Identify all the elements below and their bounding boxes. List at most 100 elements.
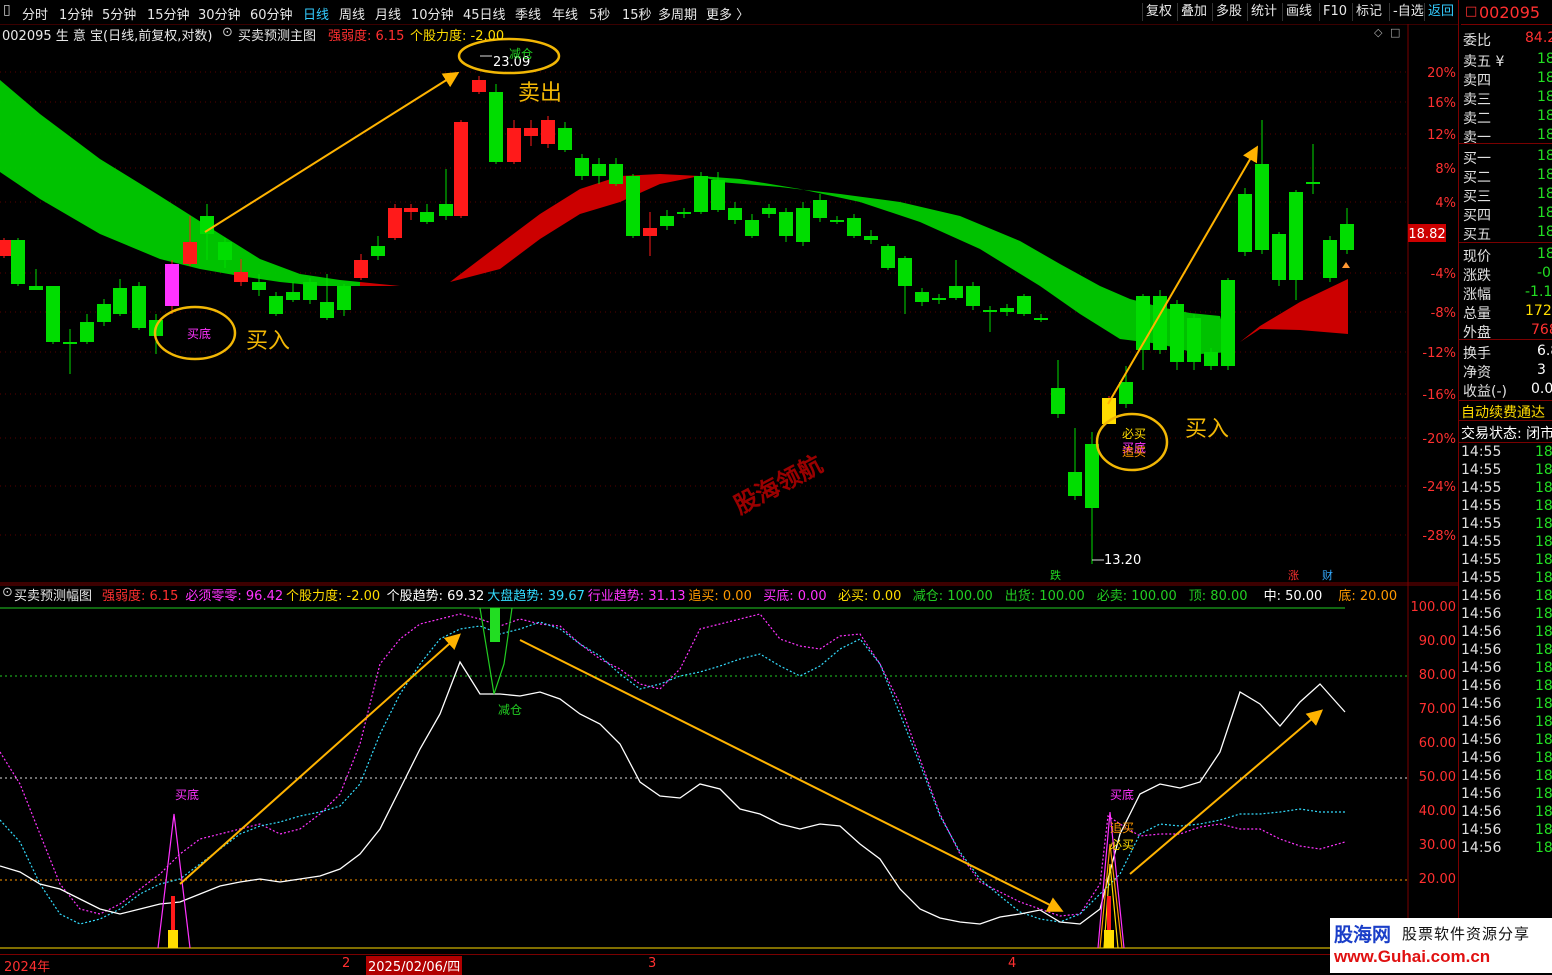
tool-5[interactable]: F10: [1319, 3, 1350, 21]
candle-body: [847, 218, 861, 236]
sub-indicator-chart[interactable]: 100.00 90.00 80.00 70.00 60.00 50.00 40.00 30.0…: [0, 584, 1458, 954]
period-3[interactable]: 15分钟: [147, 4, 190, 23]
candle-body: [1119, 382, 1133, 404]
candle-body: [113, 288, 127, 314]
candle-body: [762, 208, 776, 214]
x-axis-label: 3: [648, 956, 657, 971]
candle-body: [983, 310, 997, 312]
period-10[interactable]: 45日线: [463, 4, 506, 23]
period-12[interactable]: 年线: [552, 4, 578, 23]
sub-header-item: 必买: 0.00: [838, 589, 902, 604]
sidebar-row-label: 卖二: [1463, 111, 1491, 127]
sidebar-row: 涨幅 -1.1: [1461, 284, 1552, 303]
sidebar-row-value: 18: [1537, 127, 1552, 143]
band-green-left: [0, 80, 360, 286]
sidebar-row-label: 涨跌: [1463, 268, 1491, 284]
tick-time: 14:56: [1461, 714, 1502, 730]
tick-price: 18: [1535, 570, 1552, 586]
tick-price: 18: [1535, 534, 1552, 550]
tick-time: 14:55: [1461, 498, 1502, 514]
period-11[interactable]: 季线: [515, 4, 541, 23]
triangle-marker: [1342, 262, 1350, 268]
candle-body: [97, 304, 111, 322]
sidebar-row-label: 净资: [1463, 365, 1491, 381]
sub-expand-icon[interactable]: ⊙: [2, 585, 13, 600]
sub-y-axis-label: 30.00: [1419, 838, 1456, 853]
period-16[interactable]: 更多 〉: [706, 4, 749, 23]
candle-body: [1170, 304, 1184, 362]
tool-7[interactable]: -自选: [1389, 3, 1427, 21]
x-axis-label: 2: [342, 956, 351, 971]
sidebar-renew-text[interactable]: 自动续费通达: [1461, 402, 1545, 422]
sub-signal-buy-bottom-left: 买底: [175, 787, 199, 802]
candle-body: [830, 220, 844, 222]
main-force-label: 个股力度: -2.00: [410, 29, 505, 44]
period-14[interactable]: 15秒: [622, 4, 652, 23]
sidebar-row-value: 18: [1537, 205, 1552, 221]
candle-body: [63, 342, 77, 344]
stock-title: 002095 生 意 宝(日线,前复权,对数): [2, 29, 213, 44]
main-kline-chart[interactable]: 20% 16% 12% 8% 4% -4% -8% -12% -16% -20% -24% -28% 1…: [0, 24, 1458, 584]
period-5[interactable]: 60分钟: [250, 4, 293, 23]
diamond-icon[interactable]: ◇: [1374, 26, 1382, 39]
period-13[interactable]: 5秒: [589, 4, 610, 23]
period-6[interactable]: 日线: [303, 4, 329, 23]
candle-body: [898, 258, 912, 286]
candle-body: [966, 286, 980, 306]
candle-body: [472, 80, 486, 92]
tick-price: 18: [1535, 498, 1552, 514]
square-icon[interactable]: □: [1390, 26, 1400, 39]
y-axis-label: -16%: [1422, 388, 1456, 403]
signal-reduce: 减仓: [509, 47, 533, 61]
sidebar-row-label: 买二: [1463, 170, 1491, 186]
sidebar-row-value: 18: [1537, 167, 1552, 183]
indicator-expand-icon[interactable]: ⊙: [222, 25, 233, 40]
period-15[interactable]: 多周期: [658, 4, 697, 23]
tool-6[interactable]: 标记: [1352, 3, 1385, 21]
menu-icon[interactable]: ▯: [3, 2, 11, 18]
period-0[interactable]: 分时: [22, 4, 48, 23]
candle-body: [915, 292, 929, 302]
tool-0[interactable]: 复权: [1142, 3, 1175, 21]
period-1[interactable]: 1分钟: [59, 4, 93, 23]
tool-4[interactable]: 画线: [1282, 3, 1315, 21]
tool-3[interactable]: 统计: [1247, 3, 1280, 21]
tick-price: 18: [1535, 480, 1552, 496]
sub-y-axis-label: 50.00: [1419, 770, 1456, 785]
sub-header-item: 顶: 80.00: [1188, 589, 1248, 604]
sidebar-row-value: 18: [1537, 148, 1552, 164]
sub-header-item: 强弱度: 6.15: [102, 589, 179, 604]
sidebar-row-value: 84.2: [1525, 30, 1552, 46]
tick-time: 14:56: [1461, 624, 1502, 640]
signal-must-buy: 必买: [1122, 427, 1146, 441]
main-indicator-name[interactable]: 买卖预测主图: [238, 25, 316, 44]
sub-header-item: 个股趋势: 69.32: [386, 589, 485, 604]
period-4[interactable]: 30分钟: [198, 4, 241, 23]
period-7[interactable]: 周线: [339, 4, 365, 23]
period-9[interactable]: 10分钟: [411, 4, 454, 23]
tick-price: 18: [1535, 444, 1552, 460]
series-industry-trend: [0, 613, 1346, 917]
tick-price: 18: [1535, 588, 1552, 604]
current-price-label: 18.82: [1408, 227, 1445, 242]
annotation-buy-left: 买入: [246, 329, 290, 354]
sidebar-row-label: 卖五 ¥: [1463, 54, 1505, 70]
sidebar-row-label: 委比: [1463, 33, 1491, 49]
sub-signal-chase-buy: 追买: [1110, 820, 1134, 835]
guhai-logo: 股海网 股票软件资源分享 www.Guhai.com.cn: [1330, 918, 1552, 973]
x-axis-label: 4: [1008, 956, 1017, 971]
tool-8[interactable]: 返回: [1424, 3, 1457, 21]
tool-2[interactable]: 多股: [1212, 3, 1245, 21]
sidebar-row: 净资 3: [1461, 362, 1552, 381]
candle-body: [932, 298, 946, 300]
sub-header-item: 个股力度: -2.00: [286, 589, 381, 604]
sidebar-row-value: 18: [1537, 108, 1552, 124]
sidebar-row: 卖二 18: [1461, 108, 1552, 127]
period-2[interactable]: 5分钟: [102, 4, 136, 23]
sidebar-row-value: 18: [1537, 70, 1552, 86]
x-axis-label: 2025/02/06/四: [366, 956, 463, 975]
sub-indicator-name[interactable]: 买卖预测幅图: [14, 585, 92, 604]
candle-body: [728, 208, 742, 220]
period-8[interactable]: 月线: [375, 4, 401, 23]
tool-1[interactable]: 叠加: [1177, 3, 1210, 21]
